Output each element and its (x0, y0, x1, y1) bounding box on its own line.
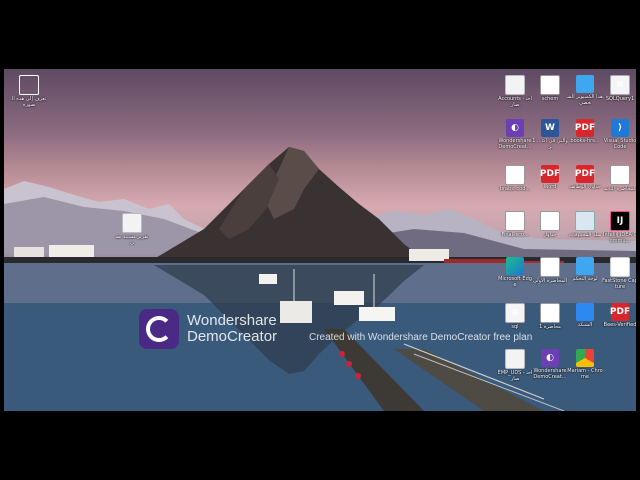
edge-icon (506, 257, 524, 275)
desktop-icon-label: 1 .. والتي في أكثر (532, 138, 568, 150)
desktop-icon-label: الشبكة (577, 322, 593, 328)
desktop-screen: تعرف إلى هذه الصورة تقرير مستند نصي Acco… (4, 69, 636, 411)
desktop-icon-20[interactable]: FastStone Capture (602, 257, 636, 290)
desktop-icon-22[interactable]: محاضرة 1 (532, 303, 568, 330)
text-document-icon (540, 257, 560, 277)
watermark-brand: Wondershare DemoCreator (187, 313, 277, 345)
desktop-icon-18[interactable]: المحاضرة الأولى (532, 257, 568, 284)
desktop-icon-label: المحاضرة الأولى (532, 278, 568, 284)
desktop-icon-12[interactable]: المحاضرة الثانية (602, 165, 636, 192)
desktop-icon-10[interactable]: PDF Word (532, 165, 568, 190)
desktop-icon-label: Bees-Verified (603, 322, 636, 328)
desktop-icon-23[interactable]: الشبكة (567, 303, 603, 328)
recycle-bin-icon (575, 211, 595, 231)
desktop-icon-learn-about-picture[interactable]: تعرف إلى هذه الصورة (11, 75, 47, 108)
desktop-icon-label: سلة المحذوفات (568, 232, 602, 238)
desktop-icon-label: books-hrs... (570, 138, 600, 144)
desktop-icon-label: Visual Studio Code (603, 138, 636, 150)
desktop-icon-label: Wondershare DemoCreat... (533, 368, 567, 380)
pdf-icon: PDF (610, 303, 630, 321)
pdf-icon: PDF (575, 165, 595, 183)
intellij-icon: IJ (610, 211, 630, 231)
desktop-icon-label: FastStone Capture (602, 278, 636, 290)
sql-file-icon: ≡ (610, 75, 630, 95)
desktop-icon-label: brabs_cod... (499, 186, 531, 192)
text-document-icon (540, 303, 560, 323)
desktop-icon-11[interactable]: PDF جداول الوظائف (567, 165, 603, 190)
desktop-icon-24[interactable]: PDF Bees-Verified (602, 303, 636, 328)
desktop-icon-label: EMP_UDS - اختصار (497, 370, 533, 382)
desktop-icon-15[interactable]: سلة المحذوفات (567, 211, 603, 238)
watermark-brand-line1: Wondershare (187, 312, 277, 329)
control-panel-icon (576, 257, 594, 275)
desktop-icon-27[interactable]: Mariam - Chrome (567, 349, 603, 380)
vscode-icon: ⟩ (611, 119, 629, 137)
desktop-icon-25[interactable]: EMP_UDS - اختصار (497, 349, 533, 382)
desktop-icon-26[interactable]: ◐ Wondershare DemoCreat... (532, 349, 568, 380)
democreator-icon: ◐ (506, 119, 524, 137)
desktop-icon-13[interactable]: Final_sco... (497, 211, 533, 238)
desktop-icon-label: Microsoft Edge (498, 276, 532, 288)
desktop-icon-text-document[interactable]: تقرير مستند نصي (114, 213, 150, 246)
text-document-icon (505, 165, 525, 185)
desktop-icon-9[interactable]: brabs_cod... (497, 165, 533, 192)
text-document-icon (540, 211, 560, 231)
desktop-icon-4[interactable]: ≡ SQLQuery1 (602, 75, 636, 102)
text-document-icon (122, 213, 142, 233)
desktop-icon-2[interactable]: schem (532, 75, 568, 102)
desktop-icon-label: تقرير مستند نصي (115, 234, 149, 246)
democreator-icon: ◐ (541, 349, 559, 367)
file-icon (505, 349, 525, 369)
desktop-icon-7[interactable]: PDF books-hrs... (567, 119, 603, 144)
desktop-icon-label: schem (541, 96, 559, 102)
desktop-icon-label: SQLQuery1 (605, 96, 635, 102)
desktop-icon-16[interactable]: IJ IntelliJ IDEA Commu... (602, 211, 636, 244)
desktop-icon-label: جداول (543, 232, 557, 238)
desktop-icon-1[interactable]: Accounts - اختصار (497, 75, 533, 108)
desktop-icon-label: sql (511, 324, 519, 330)
text-document-icon (505, 211, 525, 231)
desktop-icon-3[interactable]: هذا الكمبيوتر الشخصي (567, 75, 603, 106)
desktop-icon-label: المحاضرة الثانية (603, 186, 636, 192)
desktop-icon-19[interactable]: لوحة التحكم (567, 257, 603, 282)
desktop-icon-17[interactable]: Microsoft Edge (497, 257, 533, 288)
text-document-icon (540, 75, 560, 95)
desktop-icon-label: Accounts - اختصار (498, 96, 532, 108)
watermark-overlay-text: Created with Wondershare DemoCreator fre… (309, 332, 533, 343)
desktop-icon-label: Final_sco... (501, 232, 529, 238)
network-icon (576, 303, 594, 321)
desktop-icon-8[interactable]: ⟩ Visual Studio Code (602, 119, 636, 150)
file-icon (505, 75, 525, 95)
word-icon: W (541, 119, 559, 137)
watermark-brand-line2: DemoCreator (187, 328, 278, 345)
desktop-icon-label: Word (543, 184, 557, 190)
desktop-icon-label: Mariam - Chrome (567, 368, 603, 380)
sql-file-icon: ≡ (505, 303, 525, 323)
desktop-icon-label: تعرف إلى هذه الصورة (11, 96, 47, 108)
desktop-icon-14[interactable]: جداول (532, 211, 568, 238)
democreator-watermark: Wondershare DemoCreator (139, 309, 277, 349)
democreator-logo-icon (139, 309, 179, 349)
desktop-icon-label: محاضرة 1 (539, 324, 561, 330)
computer-icon (576, 75, 594, 93)
desktop-icon-label: هذا الكمبيوتر الشخصي (567, 94, 603, 106)
desktop-icon-label: لوحة التحكم (572, 276, 598, 282)
desktop-icon-5[interactable]: ◐ Wondershare DemoCreat... (497, 119, 533, 150)
desktop-icon-label: Wondershare DemoCreat... (498, 138, 532, 150)
chrome-icon (576, 349, 594, 367)
desktop-icon-label: IntelliJ IDEA Commu... (603, 232, 636, 244)
info-circle-icon (19, 75, 39, 95)
text-document-icon (610, 165, 630, 185)
desktop-icon-6[interactable]: W1 .. والتي في أكثر (532, 119, 568, 150)
pdf-icon: PDF (575, 119, 595, 137)
pdf-icon: PDF (540, 165, 560, 183)
desktop-icon-label: جداول الوظائف (568, 184, 602, 190)
desktop-icon-21[interactable]: ≡ sql (497, 303, 533, 330)
faststone-icon (610, 257, 630, 277)
